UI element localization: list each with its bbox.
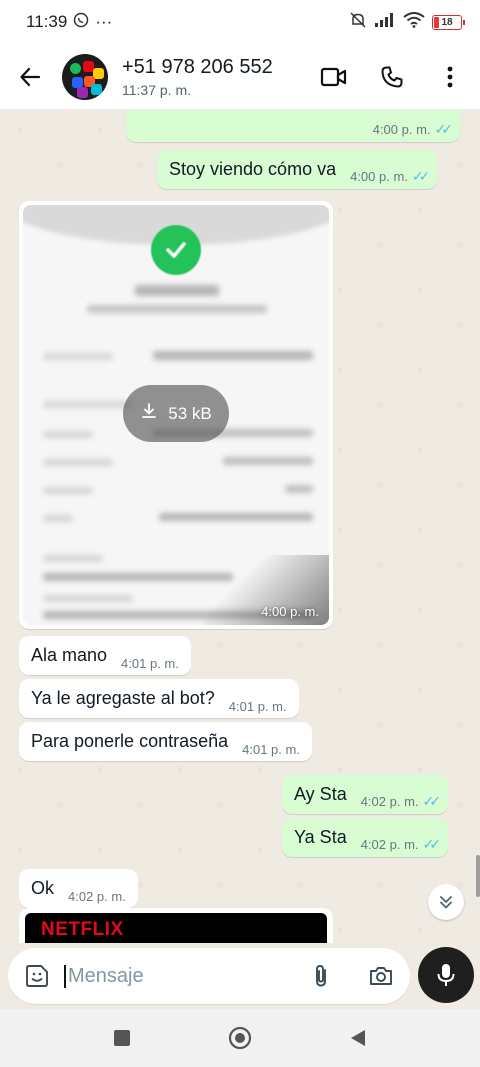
image-message[interactable]: 53 kB 4:00 p. m. <box>19 201 333 629</box>
message-text: Para ponerle contraseña <box>31 731 229 751</box>
read-ticks-icon: ✓✓ <box>411 168 431 184</box>
message-meta: 4:01 p. m. <box>242 742 300 757</box>
chat-area[interactable]: 4:00 p. m. ✓✓ Stoy viendo cómo va 4:00 p… <box>0 110 480 943</box>
contact-name: +51 978 206 552 <box>122 55 273 78</box>
battery-icon: 18 <box>432 14 465 30</box>
message-incoming[interactable]: Ya le agregaste al bot? 4:01 p. m. <box>19 679 299 718</box>
contact-info[interactable]: +51 978 206 552 11:37 p. m. <box>122 56 273 98</box>
message-text: Ok <box>31 878 55 898</box>
message-outgoing[interactable]: Stoy viendo cómo va 4:00 p. m. ✓✓ <box>157 150 438 189</box>
home-nav-icon[interactable] <box>225 1023 255 1053</box>
recents-nav-icon[interactable] <box>107 1023 137 1053</box>
avatar[interactable] <box>62 53 108 100</box>
mic-icon[interactable] <box>418 947 474 1003</box>
link-preview-message[interactable]: NETFLIX <box>19 908 333 943</box>
status-time: 11:39 <box>26 12 68 31</box>
attach-icon[interactable] <box>306 961 336 991</box>
message-text: Ya le agregaste al bot? <box>31 688 215 708</box>
download-icon <box>140 402 158 425</box>
message-text: Stoy viendo cómo va <box>169 159 337 179</box>
sticker-icon[interactable] <box>22 961 52 991</box>
message-incoming[interactable]: Ok 4:02 p. m. <box>19 869 138 908</box>
message-text: Ala mano <box>31 645 108 665</box>
netflix-logo: NETFLIX <box>41 919 124 940</box>
whatsapp-status-icon <box>73 12 89 33</box>
message-time: 4:02 p. m. <box>68 889 126 904</box>
battery-level: 18 <box>441 16 453 28</box>
message-time: 4:00 p. m. <box>350 169 408 184</box>
signal-icon <box>374 12 396 33</box>
message-outgoing[interactable]: 4:00 p. m. ✓✓ <box>126 110 460 142</box>
system-navigation-bar <box>0 1009 480 1067</box>
back-nav-icon[interactable] <box>343 1023 373 1053</box>
download-button[interactable]: 53 kB <box>123 385 229 442</box>
message-time: 4:02 p. m. <box>360 837 419 852</box>
read-ticks-icon: ✓✓ <box>422 836 442 852</box>
mute-bell-icon <box>349 11 367 34</box>
message-time: 4:02 p. m. <box>360 794 419 809</box>
check-circle-icon <box>151 225 201 275</box>
status-more-dots: ··· <box>95 12 113 31</box>
message-outgoing[interactable]: Ay Sta 4:02 p. m. ✓✓ <box>282 775 448 814</box>
message-time: 4:00 p. m. <box>372 122 431 137</box>
message-meta: 4:01 p. m. <box>121 656 179 671</box>
message-meta: 4:02 p. m. ✓✓ <box>360 793 442 810</box>
message-time: 4:01 p. m. <box>121 656 179 671</box>
chat-header: +51 978 206 552 11:37 p. m. <box>0 44 480 110</box>
more-options-icon[interactable] <box>434 61 466 93</box>
scrollbar-thumb[interactable] <box>476 855 480 897</box>
phone-icon[interactable] <box>376 61 408 93</box>
video-call-icon[interactable] <box>318 61 350 93</box>
message-meta: 4:00 p. m. ✓✓ <box>372 121 454 138</box>
read-ticks-icon: ✓✓ <box>422 793 442 809</box>
message-incoming[interactable]: Para ponerle contraseña 4:01 p. m. <box>19 722 312 761</box>
wifi-icon <box>403 11 425 33</box>
message-meta: 4:02 p. m. <box>68 889 126 904</box>
message-time: 4:01 p. m. <box>242 742 300 757</box>
message-meta: 4:02 p. m. ✓✓ <box>360 836 442 853</box>
message-text: Ya Sta <box>294 827 347 847</box>
message-input-container[interactable]: Mensaje <box>8 948 410 1004</box>
message-meta: 4:00 p. m. ✓✓ <box>350 168 431 185</box>
message-input[interactable]: Mensaje <box>64 964 144 988</box>
last-seen: 11:37 p. m. <box>122 81 192 98</box>
download-size: 53 kB <box>168 403 212 423</box>
back-arrow-icon[interactable] <box>14 61 46 93</box>
camera-icon[interactable] <box>366 961 396 991</box>
message-outgoing[interactable]: Ya Sta 4:02 p. m. ✓✓ <box>282 818 448 857</box>
scroll-down-icon[interactable] <box>428 884 464 920</box>
message-incoming[interactable]: Ala mano 4:01 p. m. <box>19 636 191 675</box>
composer: Mensaje <box>0 943 480 1009</box>
read-ticks-icon: ✓✓ <box>434 121 454 137</box>
status-bar: 11:39 ··· 18 <box>0 0 480 44</box>
message-time: 4:00 p. m. <box>261 604 319 619</box>
message-text: Ay Sta <box>294 784 347 804</box>
message-meta: 4:01 p. m. <box>229 699 287 714</box>
message-time: 4:01 p. m. <box>228 699 287 714</box>
